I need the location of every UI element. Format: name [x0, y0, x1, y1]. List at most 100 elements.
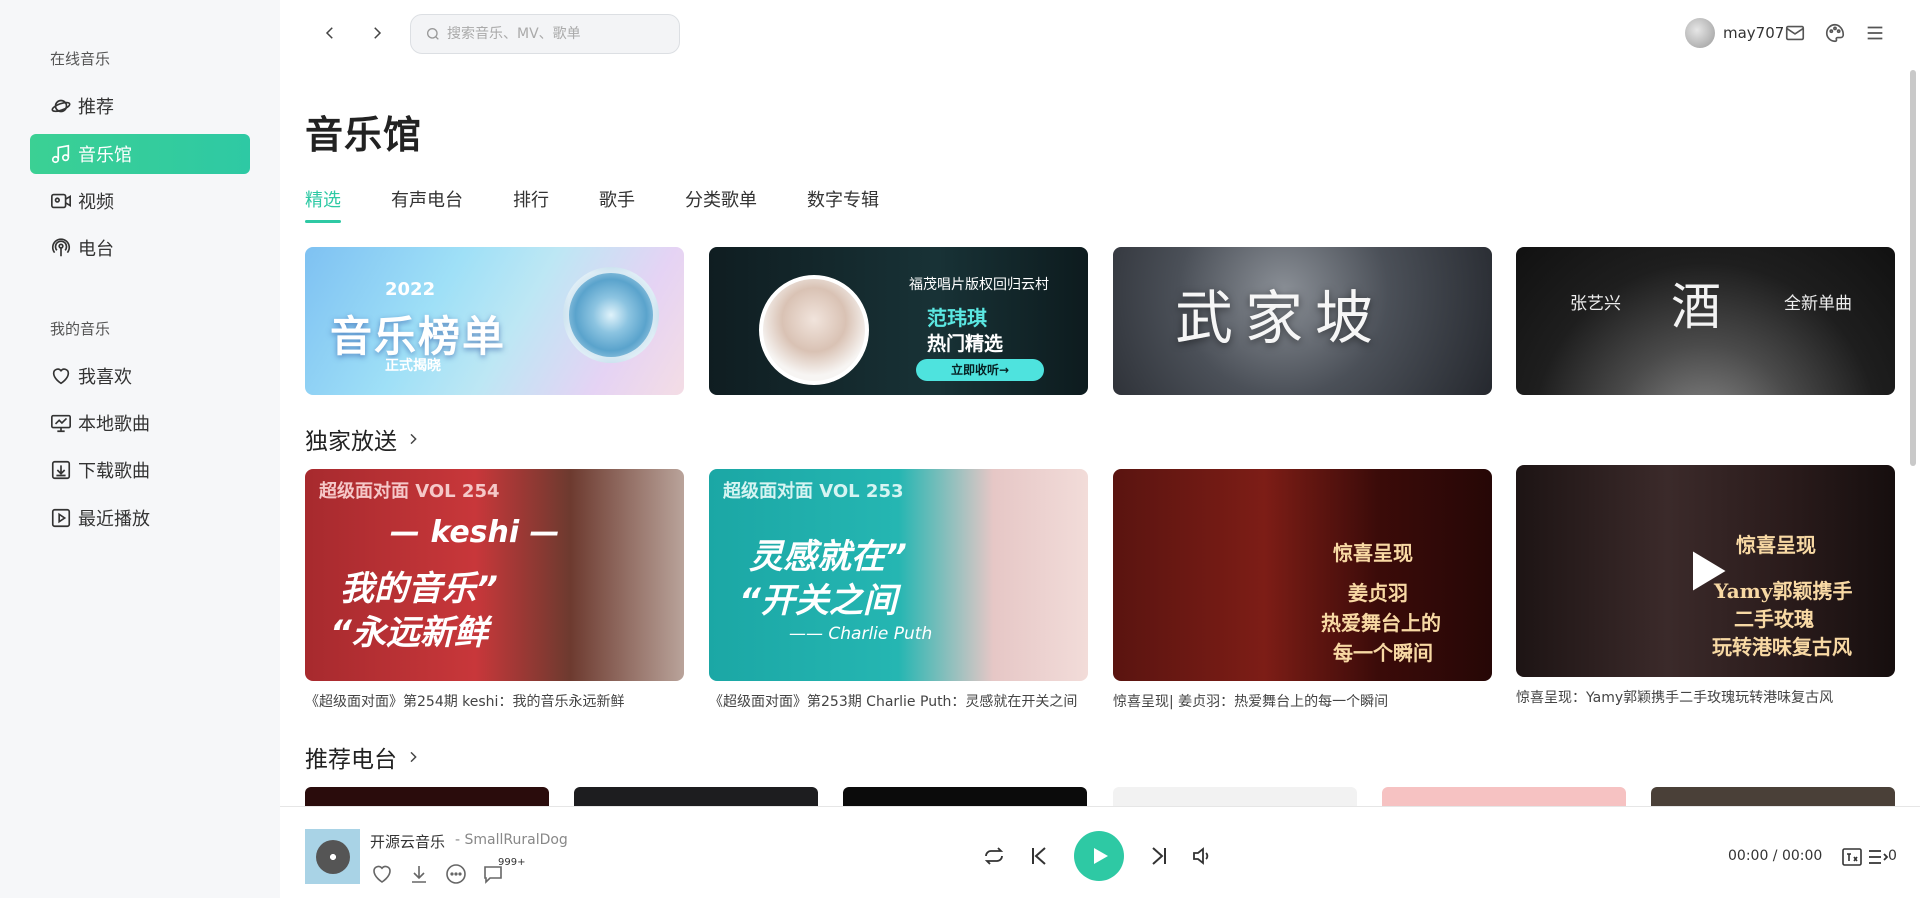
card-thumbnail[interactable]: 超级面对面 VOL 254 — keshi — 我的音乐” “永远新鲜 — [305, 469, 684, 681]
card-thumbnail[interactable]: 惊喜呈现 姜贞羽 热爱舞台上的 每一个瞬间 — [1113, 469, 1492, 681]
tab-audio-radio[interactable]: 有声电台 — [391, 186, 463, 226]
tab-bar: 精选 有声电台 排行 歌手 分类歌单 数字专辑 — [305, 186, 929, 226]
sidebar-item-favorites[interactable]: 我喜欢 — [30, 356, 250, 396]
theme-button[interactable] — [1824, 22, 1846, 44]
banner-label: 全新单曲 — [1784, 294, 1852, 314]
exclusive-card[interactable]: 超级面对面 VOL 253 灵感就在” “开关之间 —— Charlie Put… — [709, 469, 1088, 711]
artist-photo — [759, 275, 869, 385]
repeat-icon — [984, 847, 1004, 865]
like-button[interactable] — [370, 862, 394, 886]
lyrics-button[interactable] — [1840, 845, 1864, 869]
song-artist[interactable]: - SmallRuralDog — [455, 832, 568, 848]
download-icon — [412, 866, 426, 883]
sidebar-item-video[interactable]: 视频 — [30, 181, 250, 221]
tab-featured[interactable]: 精选 — [305, 186, 341, 226]
tab-artists[interactable]: 歌手 — [599, 186, 635, 226]
mail-button[interactable] — [1784, 22, 1806, 44]
exclusive-card[interactable]: 超级面对面 VOL 254 — keshi — 我的音乐” “永远新鲜 《超级面… — [305, 469, 684, 711]
sidebar-heading-my-music: 我的音乐 — [50, 320, 111, 338]
section-title-exclusive[interactable]: 独家放送 — [305, 422, 421, 456]
palette-icon — [1826, 23, 1845, 43]
tab-playlist-categories[interactable]: 分类歌单 — [685, 186, 757, 226]
sidebar-item-music-hall[interactable]: 音乐馆 — [30, 134, 250, 174]
card-thumbnail[interactable]: 超级面对面 VOL 253 灵感就在” “开关之间 —— Charlie Put… — [709, 469, 1088, 681]
card-text: —— Charlie Puth — [789, 624, 933, 644]
listen-now-button[interactable]: 立即收听→ — [916, 359, 1044, 381]
banner-artist: 张艺兴 — [1570, 294, 1621, 314]
radio-card[interactable] — [1382, 787, 1626, 807]
banner-music-chart[interactable]: 2022 音乐榜单 正式揭晓 — [305, 247, 684, 395]
tab-digital-albums[interactable]: 数字专辑 — [807, 186, 879, 226]
sidebar-item-radio[interactable]: 电台 — [30, 228, 250, 268]
forward-button[interactable] — [362, 18, 392, 48]
album-cover[interactable] — [305, 829, 360, 884]
repeat-button[interactable] — [982, 844, 1006, 868]
menu-button[interactable] — [1864, 22, 1886, 44]
volume-icon — [1193, 847, 1209, 865]
card-caption[interactable]: 《超级面对面》第253期 Charlie Puth：灵感就在开关之间 — [709, 691, 1088, 711]
card-thumbnail[interactable]: 惊喜呈现 Yamy郭颖携手 二手玫瑰 玩转港味复古风 — [1516, 465, 1895, 677]
card-caption[interactable]: 惊喜呈现：Yamy郭颖携手二手玫瑰玩转港味复古风 — [1516, 687, 1895, 707]
radio-card[interactable] — [1651, 787, 1895, 807]
tab-charts[interactable]: 排行 — [513, 186, 549, 226]
sidebar-item-recent[interactable]: 最近播放 — [30, 498, 250, 538]
player-bar: 开源云音乐 - SmallRuralDog 999+ 00:00 / 00:00… — [280, 806, 1920, 898]
previous-button[interactable] — [1027, 844, 1051, 868]
download-button[interactable] — [407, 862, 431, 886]
avatar[interactable] — [1685, 18, 1715, 48]
menu-icon — [1867, 26, 1883, 40]
card-caption[interactable]: 惊喜呈现| 姜贞羽：热爱舞台上的每一个瞬间 — [1113, 691, 1492, 711]
chevron-right-icon — [410, 751, 417, 763]
download-icon — [51, 460, 71, 480]
play-button[interactable] — [1074, 831, 1124, 881]
sidebar-item-label: 视频 — [78, 192, 114, 213]
radio-card[interactable] — [1113, 787, 1357, 807]
radio-card[interactable] — [574, 787, 818, 807]
banner-fan-weiqi[interactable]: 福茂唱片版权回归云村 范玮琪 热门精选 立即收听→ — [709, 247, 1088, 395]
sidebar: 在线音乐 推荐 音乐馆 视频 电台 我的音乐 我喜欢 本地歌曲 下载歌曲 最近播… — [0, 0, 280, 898]
volume-button[interactable] — [1190, 844, 1214, 868]
sidebar-item-label: 电台 — [78, 239, 114, 260]
sidebar-item-label: 音乐馆 — [78, 145, 132, 166]
play-icon[interactable] — [1680, 545, 1732, 597]
playlist-queue-button[interactable] — [1866, 845, 1890, 869]
back-button[interactable] — [315, 18, 345, 48]
search-box[interactable] — [410, 14, 680, 54]
user-profile[interactable]: may707 — [1685, 18, 1784, 48]
card-text: 热爱舞台上的 — [1321, 611, 1441, 635]
exclusive-card[interactable]: 惊喜呈现 Yamy郭颖携手 二手玫瑰 玩转港味复古风 惊喜呈现：Yamy郭颖携手… — [1516, 465, 1895, 707]
song-title[interactable]: 开源云音乐 — [370, 831, 445, 852]
radio-icon — [51, 238, 71, 257]
banner-title: 武家坡 — [1175, 284, 1386, 352]
vinyl-record-graphic — [563, 267, 659, 363]
banner-artist-name: 范玮琪 — [927, 306, 987, 330]
exclusive-card[interactable]: 惊喜呈现 姜贞羽 热爱舞台上的 每一个瞬间 惊喜呈现| 姜贞羽：热爱舞台上的每一… — [1113, 469, 1492, 711]
radio-card[interactable] — [843, 787, 1087, 807]
search-input[interactable] — [447, 26, 647, 42]
next-button[interactable] — [1147, 844, 1171, 868]
sidebar-item-downloads[interactable]: 下载歌曲 — [30, 450, 250, 490]
card-text: 姜贞羽 — [1348, 581, 1408, 605]
heart-icon — [373, 865, 391, 883]
card-text: 每一个瞬间 — [1333, 641, 1433, 665]
skip-back-icon — [1032, 847, 1046, 865]
banner-wujiapo[interactable]: 武家坡 — [1113, 247, 1492, 395]
sidebar-item-local-songs[interactable]: 本地歌曲 — [30, 403, 250, 443]
card-caption[interactable]: 《超级面对面》第254期 keshi：我的音乐永远新鲜 — [305, 691, 684, 711]
username[interactable]: may707 — [1723, 24, 1784, 42]
scrollbar[interactable] — [1910, 70, 1916, 466]
card-text: “开关之间 — [739, 581, 897, 621]
sidebar-heading-online: 在线音乐 — [50, 50, 111, 68]
heart-icon — [52, 368, 70, 385]
banner-line1: 福茂唱片版权回归云村 — [909, 277, 1049, 293]
chevron-right-icon — [410, 433, 417, 445]
sidebar-item-recommend[interactable]: 推荐 — [30, 86, 250, 126]
section-title-radio[interactable]: 推荐电台 — [305, 740, 421, 774]
more-button[interactable] — [444, 862, 468, 886]
planet-icon — [51, 99, 71, 113]
lyrics-icon — [1842, 848, 1862, 866]
sidebar-item-label: 下载歌曲 — [78, 461, 150, 482]
page-title: 音乐馆 — [305, 113, 423, 157]
radio-card[interactable] — [305, 787, 549, 807]
banner-zhang-yixing[interactable]: 张艺兴 酒 全新单曲 — [1516, 247, 1895, 395]
